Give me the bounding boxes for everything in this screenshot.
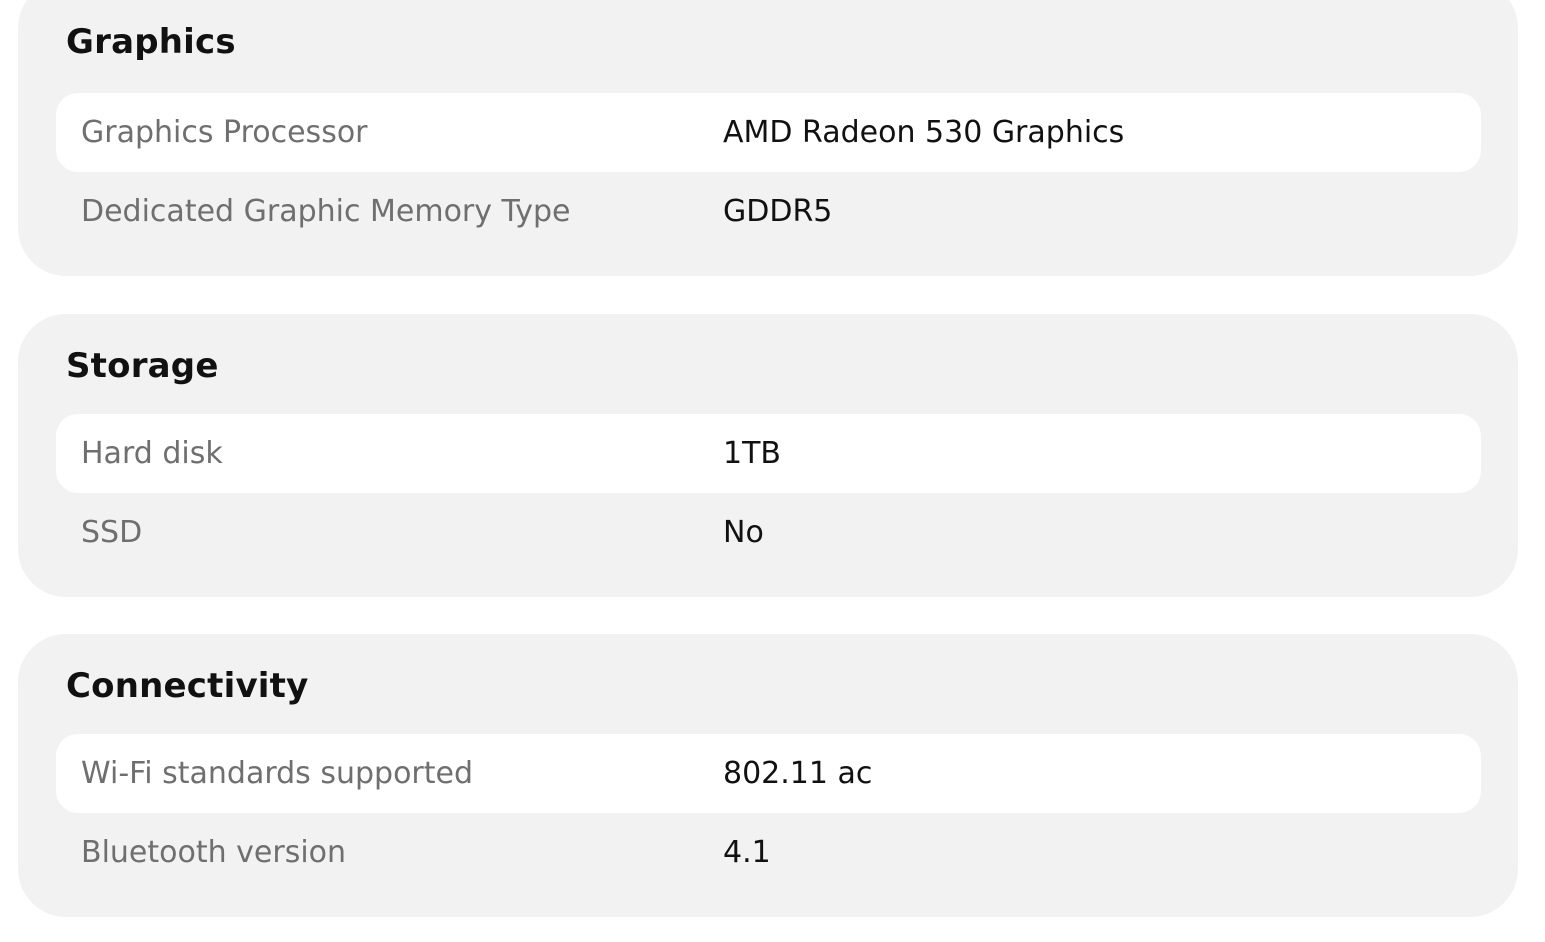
section-title: Graphics <box>66 22 236 62</box>
graphics-section: Graphics Graphics Processor AMD Radeon 5… <box>18 0 1518 276</box>
spec-value: No <box>723 515 764 550</box>
spec-row-hard-disk: Hard disk 1TB <box>56 414 1481 493</box>
connectivity-section: Connectivity Wi-Fi standards supported 8… <box>18 634 1518 917</box>
spec-label: SSD <box>81 515 143 550</box>
spec-row-graphics-processor: Graphics Processor AMD Radeon 530 Graphi… <box>56 93 1481 172</box>
spec-row-bluetooth-version: Bluetooth version 4.1 <box>56 813 1481 892</box>
section-title: Connectivity <box>66 666 309 706</box>
spec-label: Bluetooth version <box>81 835 347 870</box>
spec-label: Dedicated Graphic Memory Type <box>81 194 571 229</box>
spec-label: Hard disk <box>81 436 223 471</box>
spec-label: Wi-Fi standards supported <box>81 756 474 791</box>
spec-row-wifi-standards: Wi-Fi standards supported 802.11 ac <box>56 734 1481 813</box>
spec-value: 1TB <box>723 436 781 471</box>
spec-value: 802.11 ac <box>723 756 873 791</box>
section-title: Storage <box>66 346 219 386</box>
spec-label: Graphics Processor <box>81 115 368 150</box>
spec-value: 4.1 <box>723 835 771 870</box>
spec-value: GDDR5 <box>723 194 833 229</box>
spec-sheet: Graphics Graphics Processor AMD Radeon 5… <box>0 0 1545 942</box>
storage-section: Storage Hard disk 1TB SSD No <box>18 314 1518 597</box>
spec-row-ssd: SSD No <box>56 493 1481 572</box>
spec-value: AMD Radeon 530 Graphics <box>723 115 1125 150</box>
spec-row-graphic-memory-type: Dedicated Graphic Memory Type GDDR5 <box>56 172 1481 251</box>
